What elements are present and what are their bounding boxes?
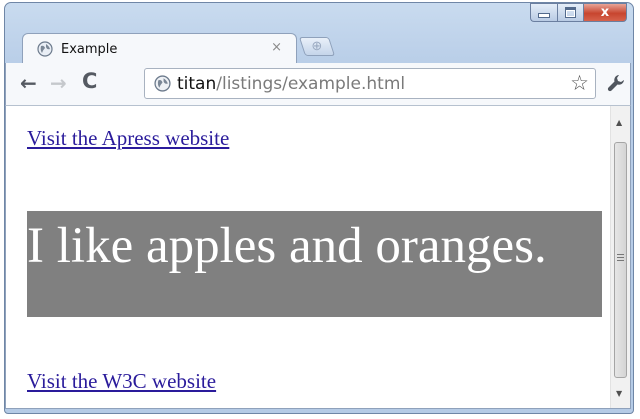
tab-close-icon[interactable]: × xyxy=(271,40,282,55)
scroll-down-icon[interactable]: ▼ xyxy=(616,389,622,398)
globe-icon xyxy=(37,41,53,57)
maximize-button[interactable] xyxy=(557,3,583,22)
fruit-banner: I like apples and oranges. xyxy=(27,211,602,317)
window-controls: x xyxy=(530,3,627,22)
scroll-up-icon[interactable]: ▲ xyxy=(616,118,622,127)
scrollbar-thumb[interactable] xyxy=(614,142,627,378)
close-window-button[interactable]: x xyxy=(583,3,627,22)
site-info-icon[interactable] xyxy=(154,75,171,92)
back-button[interactable]: ← xyxy=(20,71,37,95)
reload-button[interactable]: C xyxy=(82,69,97,93)
grip-icon xyxy=(617,254,624,262)
maximize-icon xyxy=(565,7,576,18)
wrench-icon[interactable] xyxy=(606,73,626,93)
tab-example[interactable]: Example × xyxy=(22,33,297,65)
url-path: /listings/example.html xyxy=(216,74,406,94)
new-tab-button[interactable]: ⊕ xyxy=(298,37,336,56)
forward-button[interactable]: → xyxy=(50,71,67,95)
banner-text: I like apples and oranges. xyxy=(27,218,547,274)
url-text: titan/listings/example.html xyxy=(177,74,405,94)
bookmark-star-icon[interactable]: ☆ xyxy=(570,71,589,95)
close-icon: x xyxy=(600,5,610,20)
page-viewport: Visit the Apress website I like apples a… xyxy=(5,105,631,409)
plus-icon: ⊕ xyxy=(311,38,323,53)
minimize-icon xyxy=(538,13,550,18)
vertical-scrollbar[interactable]: ▲ ▼ xyxy=(610,106,630,408)
toolbar: ← → C titan/listings/example.html ☆ xyxy=(5,63,631,105)
url-host: titan xyxy=(177,74,217,94)
apress-link[interactable]: Visit the Apress website xyxy=(27,126,229,151)
w3c-link[interactable]: Visit the W3C website xyxy=(27,369,216,394)
address-bar[interactable]: titan/listings/example.html ☆ xyxy=(144,68,596,99)
page-content: Visit the Apress website I like apples a… xyxy=(6,106,610,408)
minimize-button[interactable] xyxy=(530,3,557,22)
tab-title: Example xyxy=(61,42,118,57)
